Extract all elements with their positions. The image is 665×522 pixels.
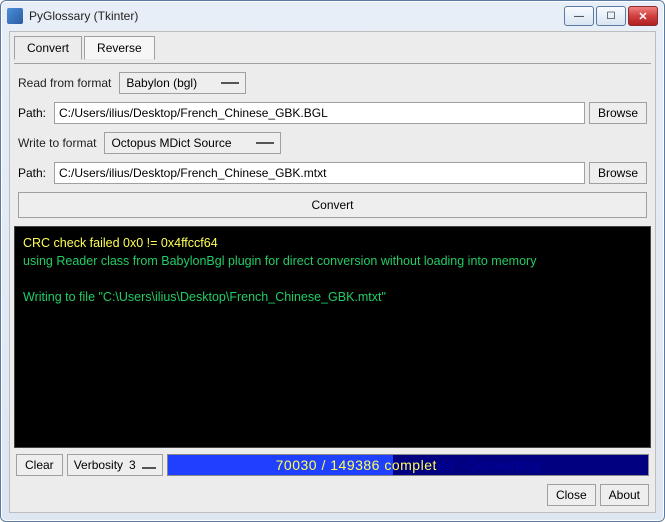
- read-format-row: Read from format Babylon (bgl): [14, 68, 651, 98]
- tab-underline: [14, 63, 651, 64]
- chevron-down-icon: [221, 79, 239, 87]
- read-format-label: Read from format: [18, 76, 111, 90]
- write-path-label: Path:: [18, 166, 50, 180]
- tab-convert[interactable]: Convert: [14, 36, 82, 60]
- client-area: Convert Reverse Read from format Babylon…: [9, 31, 656, 513]
- tab-bar: Convert Reverse: [14, 36, 651, 60]
- read-format-combo[interactable]: Babylon (bgl): [119, 72, 246, 94]
- about-button[interactable]: About: [600, 484, 649, 506]
- console-line: CRC check failed 0x0 != 0x4ffccf64: [23, 236, 218, 250]
- maximize-button[interactable]: ☐: [596, 6, 626, 26]
- footer-row-2: Close About: [14, 482, 651, 508]
- minimize-icon: —: [574, 11, 584, 22]
- write-format-combo[interactable]: Octopus MDict Source: [104, 132, 280, 154]
- console-output: CRC check failed 0x0 != 0x4ffccf64 using…: [14, 226, 651, 448]
- close-button[interactable]: Close: [547, 484, 596, 506]
- progress-text: 70030 / 149386 completed - Converting: [168, 455, 648, 475]
- progress-text-right: ed - Converting: [437, 457, 540, 473]
- read-path-input[interactable]: [54, 102, 585, 124]
- footer-row-1: Clear Verbosity 3 70030 / 149386 complet…: [14, 452, 651, 478]
- maximize-icon: ☐: [607, 11, 616, 22]
- tab-reverse[interactable]: Reverse: [84, 36, 155, 60]
- verbosity-label: Verbosity: [74, 458, 123, 472]
- read-format-value: Babylon (bgl): [126, 76, 197, 90]
- convert-button[interactable]: Convert: [18, 192, 647, 218]
- progress-text-left: 70030 / 149386 complet: [276, 457, 437, 473]
- read-path-label: Path:: [18, 106, 50, 120]
- clear-button[interactable]: Clear: [16, 454, 63, 476]
- close-icon: ✕: [638, 10, 647, 23]
- verbosity-value: 3: [129, 458, 136, 472]
- window-title: PyGlossary (Tkinter): [29, 9, 564, 23]
- minimize-button[interactable]: —: [564, 6, 594, 26]
- chevron-down-icon: [142, 461, 156, 469]
- titlebar: PyGlossary (Tkinter) — ☐ ✕: [1, 1, 664, 31]
- write-format-row: Write to format Octopus MDict Source: [14, 128, 651, 158]
- console-line: Writing to file "C:\Users\ilius\Desktop\…: [23, 290, 386, 304]
- progress-bar: 70030 / 149386 completed - Converting: [167, 454, 649, 476]
- read-path-row: Path: Browse: [14, 102, 651, 124]
- window-controls: — ☐ ✕: [564, 6, 658, 26]
- console-line: using Reader class from BabylonBgl plugi…: [23, 254, 536, 268]
- write-path-input[interactable]: [54, 162, 585, 184]
- write-path-row: Path: Browse: [14, 162, 651, 184]
- close-window-button[interactable]: ✕: [628, 6, 658, 26]
- write-browse-button[interactable]: Browse: [589, 162, 647, 184]
- write-format-label: Write to format: [18, 136, 96, 150]
- app-icon: [7, 8, 23, 24]
- read-browse-button[interactable]: Browse: [589, 102, 647, 124]
- write-format-value: Octopus MDict Source: [111, 136, 231, 150]
- verbosity-selector[interactable]: Verbosity 3: [67, 454, 163, 476]
- app-window: PyGlossary (Tkinter) — ☐ ✕ Convert Rever…: [0, 0, 665, 522]
- chevron-down-icon: [256, 139, 274, 147]
